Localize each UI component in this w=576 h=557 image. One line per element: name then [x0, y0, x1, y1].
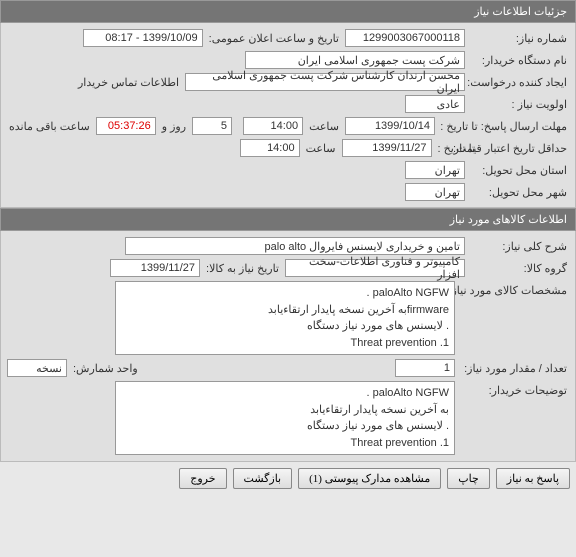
field-buyer-note: paloAlto NGFW . به آخرین نسخه پایدار ارت…: [115, 381, 455, 455]
note-line: به آخرین نسخه پایدار ارتقاءیابد: [121, 402, 449, 419]
attachments-button[interactable]: مشاهده مدارک پیوستی (1): [298, 468, 441, 489]
field-spec: paloAlto NGFW . firmwareبه آخرین نسخه پا…: [115, 281, 455, 355]
label-contact[interactable]: اطلاعات تماس خریدار: [76, 76, 181, 89]
field-group: کامپیوتر و فناوری اطلاعات-سخت افزار: [285, 259, 465, 277]
label-validity: حداقل تاریخ اعتبار قیمت:: [481, 142, 569, 155]
field-unit: نسخه: [7, 359, 67, 377]
goods-body: شرح کلی نیاز: تامین و خریداری لایسنس فای…: [0, 231, 576, 462]
row-spec: مشخصات کالای مورد نیاز: paloAlto NGFW . …: [7, 279, 569, 357]
field-deadline-time: 14:00: [243, 117, 303, 135]
note-line: paloAlto NGFW .: [121, 385, 449, 402]
row-request-number: شماره نیاز: 1299003067000118 تاریخ و ساع…: [7, 27, 569, 49]
label-unit: واحد شمارش:: [71, 362, 140, 375]
field-deadline-date: 1399/10/14: [345, 117, 435, 135]
label-priority: اولویت نیاز :: [469, 98, 569, 111]
section-title-goods: اطلاعات کالاهای مورد نیاز: [450, 214, 567, 226]
field-remaining: 05:37:26: [96, 117, 156, 135]
label-time1: ساعت: [307, 120, 341, 133]
label-spec: مشخصات کالای مورد نیاز:: [459, 281, 569, 297]
row-creator: ایجاد کننده درخواست: محسن ارندان کارشناس…: [7, 71, 569, 93]
row-group: گروه کالا: کامپیوتر و فناوری اطلاعات-سخت…: [7, 257, 569, 279]
exit-button[interactable]: خروج: [179, 468, 226, 489]
label-public-time: تاریخ و ساعت اعلان عمومی:: [207, 32, 341, 45]
field-creator: محسن ارندان کارشناس شرکت پست جمهوری اسلا…: [185, 73, 465, 91]
row-priority: اولویت نیاز : عادی: [7, 93, 569, 115]
label-creator: ایجاد کننده درخواست:: [469, 76, 569, 89]
row-deadline: مهلت ارسال پاسخ: تا تاریخ : 1399/10/14 س…: [7, 115, 569, 137]
field-desc: تامین و خریداری لایسنس فایروال palo alto: [125, 237, 465, 255]
field-buyer: شرکت پست جمهوری اسلامی ایران: [245, 51, 465, 69]
back-button[interactable]: بازگشت: [233, 468, 293, 489]
field-item-date: 1399/11/27: [110, 259, 200, 277]
label-buyer: نام دستگاه خریدار:: [469, 54, 569, 67]
label-city: شهر محل تحویل:: [469, 186, 569, 199]
label-group: گروه کالا:: [469, 262, 569, 275]
label-number: شماره نیاز:: [469, 32, 569, 45]
section-title: جزئیات اطلاعات نیاز: [474, 6, 567, 18]
label-validity-to: تا تاریخ :: [436, 142, 477, 155]
section-header-details: جزئیات اطلاعات نیاز: [0, 0, 576, 23]
label-state: استان محل تحویل:: [469, 164, 569, 177]
label-remaining: ساعت باقی مانده: [7, 120, 92, 133]
field-qty: 1: [395, 359, 455, 377]
row-delivery-city: شهر محل تحویل: تهران: [7, 181, 569, 203]
row-desc: شرح کلی نیاز: تامین و خریداری لایسنس فای…: [7, 235, 569, 257]
row-buyer-note: توضیحات خریدار: paloAlto NGFW . به آخرین…: [7, 379, 569, 457]
note-line: . لایسنس های مورد نیاز دستگاه: [121, 418, 449, 435]
field-city: تهران: [405, 183, 465, 201]
spec-line: firmwareبه آخرین نسخه پایدار ارتقاءیابد: [121, 302, 449, 319]
reply-button[interactable]: پاسخ به نیاز: [496, 468, 570, 489]
button-row: پاسخ به نیاز چاپ مشاهده مدارک پیوستی (1)…: [0, 462, 576, 495]
label-deadline: مهلت ارسال پاسخ: تا تاریخ :: [439, 120, 569, 133]
label-item-date: تاریخ نیاز به کالا:: [204, 262, 281, 275]
row-buyer: نام دستگاه خریدار: شرکت پست جمهوری اسلام…: [7, 49, 569, 71]
spec-line: . لایسنس های مورد نیاز دستگاه: [121, 318, 449, 335]
print-button[interactable]: چاپ: [447, 468, 490, 489]
details-body: شماره نیاز: 1299003067000118 تاریخ و ساع…: [0, 23, 576, 208]
spec-line: paloAlto NGFW .: [121, 285, 449, 302]
field-number: 1299003067000118: [345, 29, 465, 47]
label-days: روز و: [160, 120, 188, 133]
field-public-time: 1399/10/09 - 08:17: [83, 29, 203, 47]
label-time2: ساعت: [304, 142, 338, 155]
field-state: تهران: [405, 161, 465, 179]
label-buyer-note: توضیحات خریدار:: [459, 381, 569, 397]
field-priority: عادی: [405, 95, 465, 113]
field-days: 5: [192, 117, 232, 135]
row-qty: تعداد / مقدار مورد نیاز: 1 واحد شمارش: ن…: [7, 357, 569, 379]
field-validity-date: 1399/11/27: [342, 139, 432, 157]
field-validity-time: 14:00: [240, 139, 300, 157]
spec-line: Threat prevention .1: [121, 335, 449, 352]
note-line: Threat prevention .1: [121, 435, 449, 452]
row-delivery-state: استان محل تحویل: تهران: [7, 159, 569, 181]
section-header-goods: اطلاعات کالاهای مورد نیاز: [0, 208, 576, 231]
label-desc: شرح کلی نیاز:: [469, 240, 569, 253]
label-qty: تعداد / مقدار مورد نیاز:: [459, 362, 569, 375]
row-validity: حداقل تاریخ اعتبار قیمت: تا تاریخ : 1399…: [7, 137, 569, 159]
